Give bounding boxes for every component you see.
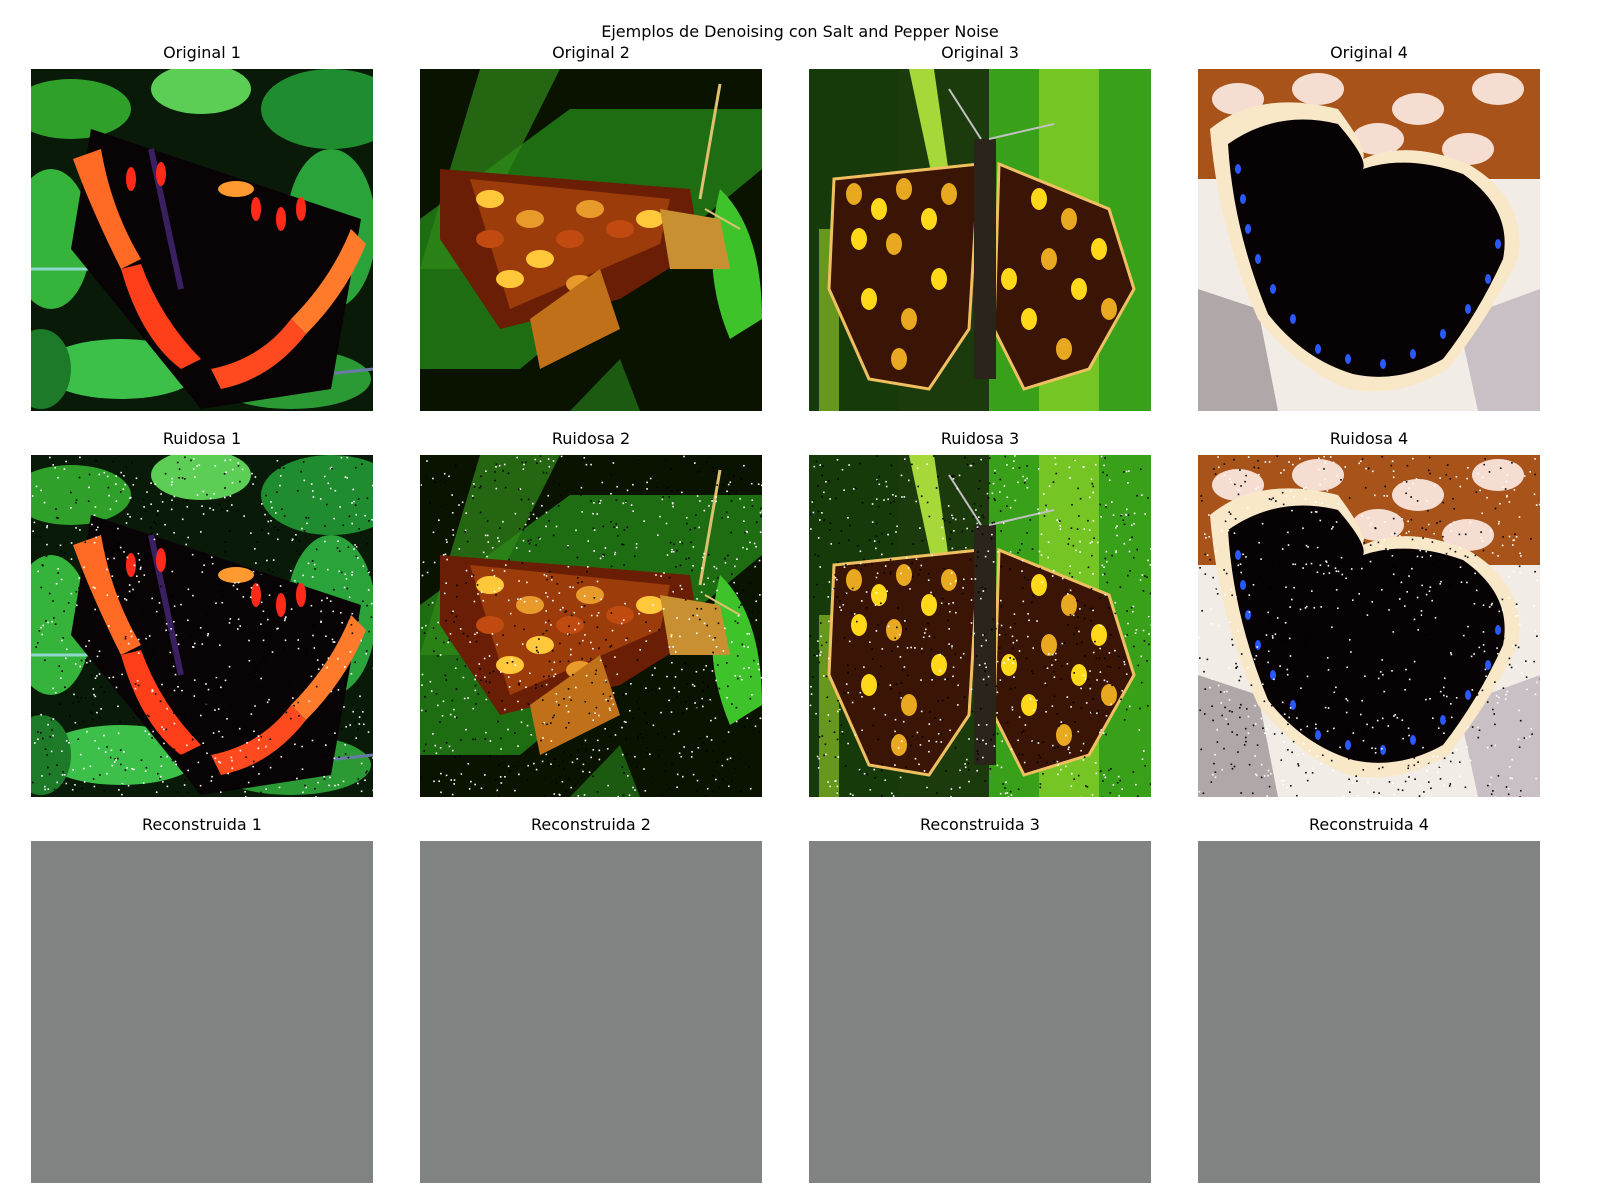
reconstructed-panel-1: Reconstruida 1 <box>31 815 373 1183</box>
panel-title: Original 1 <box>163 43 241 62</box>
mourning-cloak-salt-and-pepper-noise-image <box>1198 455 1540 797</box>
panel-title: Reconstruida 2 <box>531 815 651 834</box>
panel-title: Ruidosa 2 <box>551 429 631 448</box>
reconstructed-panel-3: Reconstruida 3 <box>809 815 1151 1183</box>
mourning-cloak-butterfly-on-bark-image <box>1198 69 1540 411</box>
panel-title: Reconstruida 1 <box>142 815 262 834</box>
panel-title: Ruidosa 3 <box>940 429 1020 448</box>
original-panel-3: Original 3 <box>809 43 1151 411</box>
skipper-butterfly-salt-and-pepper-noise-image <box>420 455 762 797</box>
noisy-panel-3: Ruidosa 3 <box>809 429 1151 797</box>
panel-title: Ruidosa 1 <box>162 429 242 448</box>
noisy-panel-1: Ruidosa 1 <box>31 429 373 797</box>
panel-title: Ruidosa 4 <box>1329 429 1409 448</box>
noisy-panel-4: Ruidosa 4 <box>1198 429 1540 797</box>
reconstructed-panel-2: Reconstruida 2 <box>420 815 762 1183</box>
noisy-panel-2: Ruidosa 2 <box>420 429 762 797</box>
original-panel-2: Original 2 <box>420 43 762 411</box>
uniform-gray-reconstruction-image <box>31 841 373 1183</box>
figure: Ejemplos de Denoising con Salt and Peppe… <box>0 0 1600 1200</box>
panel-title: Original 2 <box>552 43 630 62</box>
panel-title: Reconstruida 3 <box>920 815 1040 834</box>
panel-title: Original 4 <box>1330 43 1408 62</box>
skipper-butterfly-side-view-on-green-image <box>420 69 762 411</box>
checkered-skipper-salt-and-pepper-noise-image <box>809 455 1151 797</box>
uniform-gray-reconstruction-image <box>420 841 762 1183</box>
panel-title: Original 3 <box>941 43 1019 62</box>
red-admiral-butterfly-salt-and-pepper-noise-image <box>31 455 373 797</box>
checkered-skipper-open-wings-on-green-image <box>809 69 1151 411</box>
uniform-gray-reconstruction-image <box>809 841 1151 1183</box>
original-panel-4: Original 4 <box>1198 43 1540 411</box>
uniform-gray-reconstruction-image <box>1198 841 1540 1183</box>
red-admiral-butterfly-on-green-leaves-image <box>31 69 373 411</box>
reconstructed-panel-4: Reconstruida 4 <box>1198 815 1540 1183</box>
panel-title: Reconstruida 4 <box>1309 815 1429 834</box>
original-panel-1: Original 1 <box>31 43 373 411</box>
figure-title: Ejemplos de Denoising con Salt and Peppe… <box>601 22 999 41</box>
